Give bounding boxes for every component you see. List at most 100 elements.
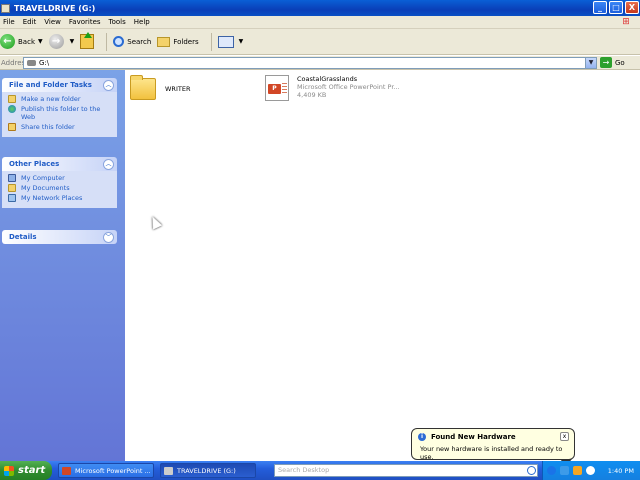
my-documents-link[interactable]: My Documents	[8, 184, 113, 192]
menu-help[interactable]: Help	[131, 18, 155, 26]
chevron-down-icon: ▼	[238, 38, 244, 45]
chevron-down-icon[interactable]: ▼	[585, 58, 596, 68]
search-button[interactable]: Search	[113, 36, 151, 47]
task-pane: File and Folder Tasks ︿ Make a new folde…	[0, 70, 125, 461]
link-label: Publish this folder to the Web	[21, 105, 101, 121]
make-new-folder-link[interactable]: Make a new folder	[8, 95, 113, 103]
share-icon	[8, 123, 16, 131]
chevron-down-icon[interactable]: ▼	[70, 38, 75, 45]
info-icon[interactable]	[586, 466, 595, 475]
back-arrow-icon: ←	[0, 34, 15, 49]
toolbar: ← Back ▼ → ▼ Search Folders ▼	[0, 29, 640, 55]
search-label: Search	[127, 37, 152, 46]
file-item[interactable]: P CoastalGrasslands Microsoft Office Pow…	[265, 75, 400, 101]
forward-arrow-icon: →	[48, 34, 64, 49]
taskbar-item-powerpoint[interactable]: Microsoft PowerPoint ...	[58, 463, 154, 478]
system-tray: 1:40 PM	[542, 461, 640, 480]
new-folder-icon	[8, 95, 16, 103]
clock[interactable]: 1:40 PM	[608, 467, 634, 475]
other-places-panel: Other Places ︿ My Computer My Documents …	[2, 157, 117, 208]
search-icon[interactable]	[527, 466, 536, 475]
chevron-up-icon[interactable]: ︿	[103, 158, 114, 170]
folder-item[interactable]: WRITER	[130, 75, 191, 100]
share-folder-link[interactable]: Share this folder	[8, 123, 113, 131]
panel-title: File and Folder Tasks	[9, 81, 92, 89]
my-computer-link[interactable]: My Computer	[8, 174, 113, 182]
close-button[interactable]: X	[625, 1, 639, 14]
chevron-down-icon[interactable]: ﹀	[103, 231, 114, 243]
taskbar-item-label: TRAVELDRIVE (G:)	[177, 466, 236, 475]
taskbar-item-label: Microsoft PowerPoint ...	[75, 466, 151, 475]
views-button[interactable]: ▼	[217, 35, 244, 48]
minimize-button[interactable]: _	[593, 1, 607, 14]
panel-header[interactable]: File and Folder Tasks ︿	[2, 78, 117, 92]
file-name: CoastalGrasslands	[297, 75, 358, 83]
hardware-icon[interactable]	[573, 466, 582, 475]
info-icon: i	[418, 433, 426, 441]
go-button[interactable]: → Go	[600, 57, 625, 68]
drive-icon	[164, 466, 173, 475]
search-icon	[113, 36, 125, 47]
file-name: WRITER	[165, 85, 191, 93]
balloon-text: Your new hardware is installed and ready…	[420, 445, 563, 461]
address-value: G:\	[39, 59, 50, 67]
panel-header[interactable]: Details ﹀	[2, 230, 117, 244]
taskbar-item-traveldrive[interactable]: TRAVELDRIVE (G:)	[160, 463, 256, 478]
link-label: My Documents	[21, 184, 70, 192]
back-button[interactable]: ← Back ▼	[0, 34, 43, 49]
publish-folder-link[interactable]: Publish this folder to the Web	[8, 105, 113, 121]
folder-icon	[130, 75, 156, 100]
folder-icon	[157, 36, 171, 47]
desktop-search-input[interactable]: Search Desktop	[274, 464, 538, 477]
computer-icon	[8, 174, 16, 182]
address-label: Address	[1, 58, 29, 67]
folders-button[interactable]: Folders	[157, 36, 199, 47]
go-arrow-icon: →	[600, 57, 612, 68]
start-button[interactable]: start	[0, 461, 52, 480]
chevron-down-icon[interactable]: ▼	[38, 38, 43, 45]
link-label: Make a new folder	[21, 95, 81, 103]
folders-label: Folders	[173, 37, 199, 46]
menu-favorites[interactable]: Favorites	[66, 18, 106, 26]
menu-edit[interactable]: Edit	[20, 18, 42, 26]
file-view: WRITER P CoastalGrasslands Microsoft Off…	[125, 70, 640, 461]
title-bar: TRAVELDRIVE (G:) _ □ X	[0, 0, 640, 16]
powerpoint-icon	[62, 466, 71, 475]
file-type: Microsoft Office PowerPoint Pr...	[297, 83, 400, 91]
drive-icon	[27, 60, 36, 66]
windows-logo-icon: ⊞	[618, 17, 634, 28]
panel-title: Details	[9, 233, 37, 241]
network-icon[interactable]	[560, 466, 569, 475]
my-network-places-link[interactable]: My Network Places	[8, 194, 113, 202]
details-panel: Details ﹀	[2, 230, 117, 244]
tray-arrow-icon[interactable]	[547, 466, 556, 475]
file-folder-tasks-panel: File and Folder Tasks ︿ Make a new folde…	[2, 78, 117, 137]
link-label: Share this folder	[21, 123, 75, 131]
menu-file[interactable]: File	[0, 18, 20, 26]
notification-balloon[interactable]: i Found New Hardware Your new hardware i…	[411, 428, 575, 466]
menu-bar: File Edit View Favorites Tools Help ⊞	[0, 16, 640, 29]
search-placeholder: Search Desktop	[278, 466, 330, 474]
close-icon[interactable]: x	[560, 432, 569, 441]
address-input[interactable]: G:\ ▼	[23, 57, 597, 69]
menu-view[interactable]: View	[41, 18, 66, 26]
views-icon	[217, 35, 234, 48]
network-icon	[8, 194, 16, 202]
forward-button[interactable]: → ▼	[48, 34, 75, 49]
address-bar: Address G:\ ▼ → Go	[0, 56, 640, 70]
up-folder-icon[interactable]	[80, 32, 95, 49]
go-label: Go	[615, 58, 625, 67]
link-label: My Computer	[21, 174, 65, 182]
back-label: Back	[18, 37, 35, 46]
maximize-button[interactable]: □	[609, 1, 623, 14]
panel-header[interactable]: Other Places ︿	[2, 157, 117, 171]
drive-icon	[1, 3, 10, 13]
menu-tools[interactable]: Tools	[106, 18, 131, 26]
link-label: My Network Places	[21, 194, 83, 202]
panel-title: Other Places	[9, 160, 60, 168]
globe-icon	[8, 105, 16, 113]
file-size: 4,409 KB	[297, 91, 327, 99]
balloon-title: Found New Hardware	[431, 433, 516, 441]
chevron-up-icon[interactable]: ︿	[103, 79, 114, 91]
documents-icon	[8, 184, 16, 192]
